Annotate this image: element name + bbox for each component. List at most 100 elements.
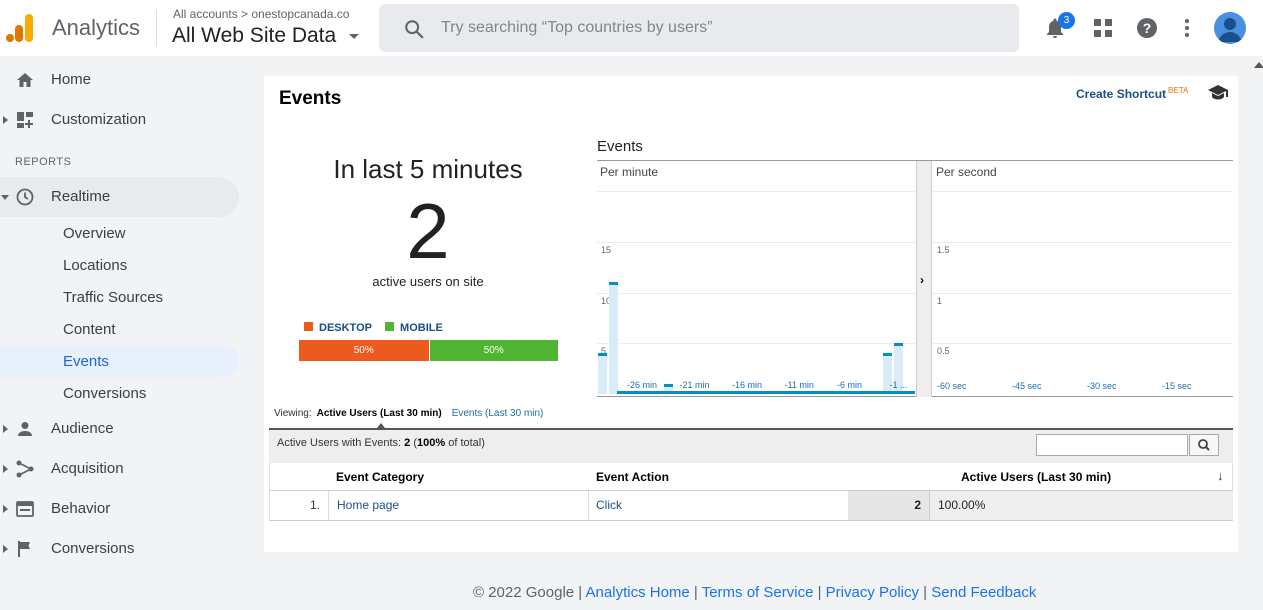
sidebar-subitem-conversions[interactable]: Conversions: [0, 377, 239, 409]
sort-desc-icon[interactable]: ↓: [1217, 468, 1224, 483]
sidebar-subitem-label: Content: [63, 321, 116, 338]
sidebar-subitem-traffic-sources[interactable]: Traffic Sources: [0, 281, 239, 313]
table-header: Event Category Event Action Active Users…: [269, 463, 1233, 491]
viewing-label: Viewing:: [274, 408, 312, 419]
sidebar-item-acquisition[interactable]: Acquisition: [0, 449, 239, 489]
event-bar: [608, 282, 618, 394]
create-shortcut-link[interactable]: Create Shortcut BETA: [1076, 86, 1188, 101]
sidebar-item-customization[interactable]: Customization: [0, 100, 239, 140]
sidebar-subitem-content[interactable]: Content: [0, 313, 239, 345]
x-tick-label: -16 min: [732, 380, 763, 390]
footer-link-analytics-home[interactable]: Analytics Home: [586, 584, 690, 601]
gridline: [597, 292, 915, 294]
sidebar-subitem-label: Locations: [63, 257, 128, 274]
events-table: Event Category Event Action Active Users…: [269, 463, 1233, 521]
top-bar: Analytics All accounts > onestopcanada.c…: [0, 0, 1263, 56]
beta-badge: BETA: [1168, 86, 1189, 95]
more-vert-icon[interactable]: [1180, 16, 1194, 40]
sidebar-subitem-label: Conversions: [63, 385, 147, 402]
table-filter-input[interactable]: [1036, 434, 1188, 456]
chevron-down-icon[interactable]: [349, 34, 359, 39]
footer-link-privacy[interactable]: Privacy Policy: [826, 584, 919, 601]
x-tick-label: -60 sec: [937, 381, 967, 391]
event-bar-cap: [894, 343, 904, 347]
scroll-up-arrow-icon[interactable]: [1254, 62, 1263, 68]
gridline: [597, 343, 915, 345]
mobile-share-segment: 50%: [428, 340, 558, 361]
legend-mobile: MOBILE: [385, 322, 443, 334]
col-event-action[interactable]: Event Action: [596, 470, 669, 484]
chevron-right-icon[interactable]: ›: [920, 273, 924, 287]
search-icon: [1198, 439, 1210, 451]
reports-section-label: REPORTS: [15, 156, 72, 168]
analytics-logo-icon[interactable]: [6, 12, 36, 44]
expand-arrow-icon[interactable]: [3, 465, 8, 473]
col-event-category[interactable]: Event Category: [336, 470, 424, 484]
sidebar-item-label: Customization: [51, 111, 147, 128]
create-shortcut-label: Create Shortcut: [1076, 87, 1167, 101]
sidebar-item-realtime[interactable]: Realtime: [0, 177, 239, 217]
expand-arrow-icon[interactable]: [3, 425, 8, 433]
expand-arrow-icon[interactable]: [3, 505, 8, 513]
sidebar-item-behavior[interactable]: Behavior: [0, 489, 239, 529]
x-tick-label: -15 sec: [1162, 381, 1192, 391]
collapse-arrow-icon[interactable]: [1, 195, 9, 200]
x-tick-label: -21 min: [679, 380, 710, 390]
sidebar: Home Customization REPORTS Realtime Over…: [0, 56, 250, 610]
per-minute-label: Per minute: [600, 165, 659, 179]
event-action-link[interactable]: Click: [589, 491, 848, 520]
sidebar-item-label: Acquisition: [51, 460, 124, 477]
legend-label: MOBILE: [400, 322, 443, 334]
col-active-users[interactable]: Active Users (Last 30 min): [961, 470, 1111, 484]
viewing-events-link[interactable]: Events (Last 30 min): [452, 408, 544, 419]
sidebar-subitem-events[interactable]: Events: [0, 345, 239, 377]
viewing-active-users[interactable]: Active Users (Last 30 min): [317, 408, 442, 419]
footer-link-feedback[interactable]: Send Feedback: [931, 584, 1036, 601]
y-tick-label: 1: [937, 295, 943, 306]
summary-label: Active Users with Events:: [277, 437, 402, 449]
active-users-count: 2: [406, 187, 450, 275]
footer-link-terms[interactable]: Terms of Service: [702, 584, 814, 601]
help-icon[interactable]: ?: [1135, 16, 1159, 40]
clock-icon: [16, 188, 34, 206]
event-bar-cap: [608, 282, 618, 286]
gridline: [933, 292, 1233, 294]
x-tick-label: -11 min: [784, 380, 814, 390]
expand-arrow-icon[interactable]: [3, 545, 8, 553]
sidebar-subitem-overview[interactable]: Overview: [0, 217, 239, 249]
search-bar[interactable]: [379, 4, 1019, 52]
apps-grid-icon[interactable]: [1093, 18, 1113, 38]
event-bar-cap: [663, 383, 673, 387]
event-category-link[interactable]: Home page: [329, 491, 589, 520]
sidebar-subitem-label: Events: [63, 353, 109, 370]
flag-icon: [18, 541, 30, 557]
per-second-label: Per second: [936, 165, 997, 179]
user-silhouette-icon: [1218, 18, 1242, 42]
gridline: [597, 241, 915, 243]
sidebar-item-label: Home: [51, 71, 92, 88]
acquisition-icon: [16, 460, 34, 478]
sidebar-item-audience[interactable]: Audience: [0, 409, 239, 449]
device-split-bar: 50% 50%: [299, 340, 558, 361]
active-users-percent: 100.00%: [929, 491, 1233, 520]
summary-suffix: of total): [448, 437, 485, 449]
expand-arrow-icon[interactable]: [3, 116, 8, 124]
app-name: Analytics: [52, 15, 141, 40]
account-breadcrumb[interactable]: All accounts > onestopcanada.co: [173, 7, 349, 21]
filter-search-button[interactable]: [1189, 434, 1219, 456]
graduation-cap-icon[interactable]: [1208, 84, 1228, 100]
chart-divider[interactable]: ›: [916, 161, 932, 397]
x-tick-label: -26 min: [627, 380, 658, 390]
search-input[interactable]: [441, 16, 1001, 40]
x-tick-label: -45 sec: [1012, 381, 1042, 391]
sidebar-item-label: Behavior: [51, 500, 111, 517]
view-selector[interactable]: All Web Site Data: [172, 24, 336, 48]
legend-swatch: [385, 322, 395, 331]
table-row: 1. Home page Click 2 100.00%: [269, 491, 1233, 521]
user-avatar[interactable]: [1214, 12, 1246, 44]
realtime-window-label: In last 5 minutes: [333, 154, 523, 184]
sidebar-item-conversions[interactable]: Conversions: [0, 529, 239, 569]
sidebar-subitem-locations[interactable]: Locations: [0, 249, 239, 281]
page-title: Events: [279, 88, 342, 109]
sidebar-item-home[interactable]: Home: [0, 60, 239, 100]
